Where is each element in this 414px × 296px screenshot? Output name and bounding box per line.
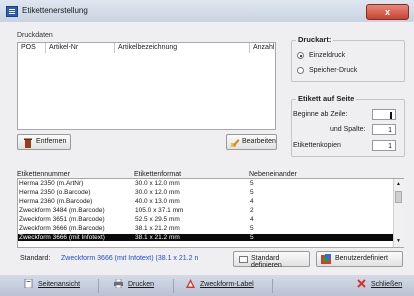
define-standard-button[interactable]: Standard definieren [233, 251, 310, 269]
title-bar: Etikettenerstellung x [0, 0, 414, 22]
cell-side-by-side: 5 [250, 234, 254, 241]
pencil-icon [231, 139, 240, 147]
table-row[interactable]: Zweckform 3484 (m.Barcode) 105.0 x 37.1 m… [18, 207, 393, 214]
scroll-thumb[interactable] [395, 191, 402, 203]
define-standard-label: Standard definieren [251, 255, 282, 269]
cell-side-by-side: 4 [250, 198, 254, 205]
print-data-list[interactable]: POS Artikel-Nr Artikelbezeichnung Anzahl [17, 42, 276, 130]
cell-number: Zweckform 3666 (mit Infotext) [19, 234, 105, 241]
table-row[interactable]: Zweckform 3666 (m.Barcode) 38.1 x 21.2 mm… [18, 225, 393, 232]
radio-memory-print-label: Speicher-Druck [309, 67, 358, 74]
app-icon [6, 6, 18, 17]
standard-value: Zweckform 3666 (mit Infotext) (38.1 x 21… [61, 255, 199, 262]
close-button[interactable]: x [366, 4, 409, 20]
footer-separator [173, 279, 174, 293]
table-row[interactable]: Herma 2350 (o.Barcode) 30.0 x 12.0 mm 5 [18, 189, 393, 196]
edit-button-label: Bearbeiten [242, 138, 276, 145]
trash-icon [24, 138, 32, 148]
cell-side-by-side: 2 [250, 207, 254, 214]
cell-number: Herma 2360 (m.Barcode) [19, 198, 93, 205]
start-row-input[interactable] [372, 109, 396, 120]
label-on-page-title: Etikett auf Seite [296, 94, 357, 103]
print-data-label: Druckdaten [17, 32, 53, 39]
label-dialog-window: Etikettenerstellung x Druckdaten POS Art… [0, 0, 414, 296]
footer-bar: Seitenansicht Drucken Zweckform-Label Sc… [0, 275, 414, 296]
remove-button-label: Entfernen [36, 138, 67, 145]
cell-side-by-side: 5 [250, 189, 254, 196]
table-header-side-by-side[interactable]: Nebeneinander [249, 171, 297, 178]
window-icon [239, 256, 248, 263]
column-article-name[interactable]: Artikelbezeichnung [115, 43, 250, 53]
user-defined-button[interactable]: Benutzerdefiniert [316, 251, 403, 267]
cell-side-by-side: 5 [250, 180, 254, 187]
cell-number: Zweckform 3651 (m.Barcode) [19, 216, 105, 223]
cell-format: 30.0 x 12.0 mm [135, 180, 180, 187]
user-defined-label: Benutzerdefiniert [335, 255, 388, 262]
cell-format: 38.1 x 21.2 mm [135, 225, 180, 232]
window-title: Etikettenerstellung [22, 6, 88, 15]
start-row-label: Beginne ab Zeile: [293, 111, 348, 118]
edit-button[interactable]: Bearbeiten [226, 134, 277, 150]
footer-separator [272, 279, 273, 293]
close-icon [357, 279, 366, 288]
table-header-format[interactable]: Etikettenformat [134, 171, 181, 178]
cell-format: 40.0 x 13.0 mm [135, 198, 180, 205]
column-input[interactable]: 1 [372, 124, 396, 135]
zweckform-icon [186, 279, 195, 288]
column-label: und Spalte: [330, 126, 366, 133]
remove-button[interactable]: Entfernen [17, 134, 71, 150]
radio-single-print[interactable] [297, 52, 304, 59]
copies-input[interactable]: 1 [372, 140, 396, 151]
table-scrollbar[interactable]: ▲ ▼ [393, 179, 404, 247]
column-quantity[interactable]: Anzahl [250, 43, 275, 53]
table-row[interactable]: Herma 2350 (m.ArtNr) 30.0 x 12.0 mm 5 [18, 180, 393, 187]
print-type-group [291, 40, 405, 82]
footer-separator [98, 279, 99, 293]
scroll-up-icon[interactable]: ▲ [396, 181, 401, 187]
close-dialog-label: Schließen [371, 281, 403, 288]
page-preview-label: Seitenansicht [38, 281, 81, 288]
table-row[interactable]: Zweckform 3651 (m.Barcode) 52.5 x 29.5 mm… [18, 216, 393, 223]
print-label: Drucken [128, 281, 155, 288]
column-pos[interactable]: POS [18, 43, 46, 53]
cell-number: Herma 2350 (m.ArtNr) [19, 180, 84, 187]
printer-icon [114, 279, 123, 288]
zweckform-label-text: Zweckform-Label [200, 281, 254, 288]
cell-format: 38.1 x 21.2 mm [135, 234, 180, 241]
column-article-nr[interactable]: Artikel-Nr [46, 43, 115, 53]
cell-number: Zweckform 3666 (m.Barcode) [19, 225, 105, 232]
page-preview-icon [24, 279, 33, 288]
table-row[interactable]: Zweckform 3666 (mit Infotext) 38.1 x 21.2… [18, 234, 393, 241]
cell-format: 52.5 x 29.5 mm [135, 216, 180, 223]
user-defined-icon [321, 254, 331, 264]
cell-format: 30.0 x 12.0 mm [135, 189, 180, 196]
standard-label: Standard: [20, 255, 51, 262]
cell-number: Zweckform 3484 (m.Barcode) [19, 207, 105, 214]
table-row[interactable]: Herma 2360 (m.Barcode) 40.0 x 13.0 mm 4 [18, 198, 393, 205]
label-format-table[interactable]: Herma 2350 (m.ArtNr) 30.0 x 12.0 mm 5 Herma… [17, 178, 404, 248]
print-type-title: Druckart: [296, 35, 334, 44]
table-header-number[interactable]: Etikettennummer [17, 171, 70, 178]
radio-single-print-label: Einzeldruck [309, 52, 346, 59]
copies-label: Etikettenkopien [293, 142, 341, 149]
scroll-down-icon[interactable]: ▼ [396, 238, 401, 244]
radio-memory-print[interactable] [297, 67, 304, 74]
cell-side-by-side: 5 [250, 225, 254, 232]
cell-number: Herma 2350 (o.Barcode) [19, 189, 91, 196]
cell-side-by-side: 4 [250, 216, 254, 223]
cell-format: 105.0 x 37.1 mm [135, 207, 184, 214]
